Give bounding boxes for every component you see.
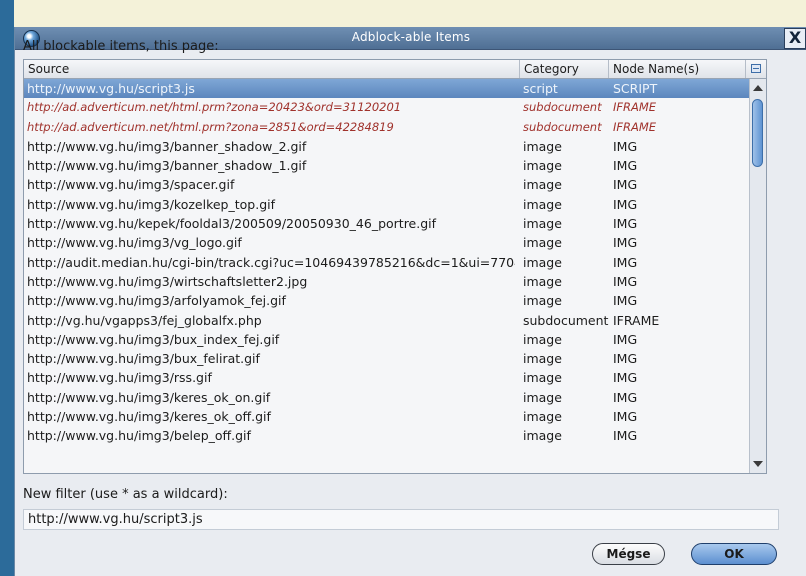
source-cell: http://audit.median.hu/cgi-bin/track.cgi… — [27, 254, 515, 270]
category-cell: image — [523, 254, 562, 270]
node-name-cell: IMG — [613, 428, 638, 444]
scrollbar-thumb[interactable] — [752, 99, 763, 167]
table-row[interactable]: http://www.vg.hu/img3/banner_shadow_1.gi… — [24, 156, 749, 175]
source-cell: http://www.vg.hu/img3/arfolyamok_fej.gif — [27, 293, 286, 309]
category-cell: image — [523, 138, 562, 154]
source-cell: http://ad.adverticum.net/html.prm?zona=2… — [27, 100, 402, 115]
category-cell: image — [523, 409, 562, 425]
node-name-cell: IFRAME — [613, 100, 657, 115]
node-name-cell: IMG — [613, 293, 638, 309]
blockable-items-list[interactable]: Source Category Node Name(s) http://www.… — [23, 59, 767, 474]
table-row[interactable]: http://www.vg.hu/img3/rss.gif image IMG — [24, 368, 749, 387]
scroll-up-arrow-icon[interactable] — [753, 85, 763, 91]
source-cell: http://www.vg.hu/img3/belep_off.gif — [27, 428, 251, 444]
scroll-down-arrow-icon[interactable] — [753, 461, 763, 467]
table-row[interactable]: http://www.vg.hu/img3/vg_logo.gif image IM… — [24, 233, 749, 252]
node-name-cell: IMG — [613, 370, 638, 386]
desktop-edge — [0, 0, 14, 576]
node-name-cell: IMG — [613, 196, 638, 212]
close-button[interactable]: X — [784, 28, 806, 49]
category-cell: image — [523, 293, 562, 309]
list-header: Source Category Node Name(s) — [24, 60, 766, 79]
source-cell: http://www.vg.hu/img3/banner_shadow_2.gi… — [27, 138, 307, 154]
node-name-cell: IMG — [613, 254, 638, 270]
table-row[interactable]: http://www.vg.hu/img3/kozelkep_top.gif im… — [24, 195, 749, 214]
table-row[interactable]: http://www.vg.hu/img3/banner_shadow_2.gi… — [24, 137, 749, 156]
table-row[interactable]: http://www.vg.hu/img3/bux_felirat.gif ima… — [24, 349, 749, 368]
category-cell: subdocument — [523, 119, 602, 134]
node-name-cell: IMG — [613, 409, 638, 425]
node-name-cell: IMG — [613, 158, 638, 174]
category-cell: image — [523, 273, 562, 289]
cancel-button[interactable]: Mégse — [592, 543, 665, 565]
source-cell: http://www.vg.hu/img3/keres_ok_on.gif — [27, 389, 271, 405]
category-cell: image — [523, 351, 562, 367]
source-cell: http://www.vg.hu/img3/keres_ok_off.gif — [27, 409, 271, 425]
column-header-source[interactable]: Source — [24, 60, 520, 78]
source-cell: http://www.vg.hu/script3.js — [27, 81, 195, 96]
table-row[interactable]: http://www.vg.hu/img3/bux_index_fej.gif i… — [24, 330, 749, 349]
table-row[interactable]: http://www.vg.hu/img3/spacer.gif image IMG — [24, 175, 749, 194]
node-name-cell: IMG — [613, 331, 638, 347]
node-name-cell: IMG — [613, 351, 638, 367]
node-name-cell: IMG — [613, 273, 638, 289]
node-name-cell: SCRIPT — [613, 81, 658, 96]
table-row[interactable]: http://ad.adverticum.net/html.prm?zona=2… — [24, 118, 749, 137]
column-header-category[interactable]: Category — [520, 60, 609, 78]
category-cell: image — [523, 177, 562, 193]
source-cell: http://www.vg.hu/img3/rss.gif — [27, 370, 212, 386]
table-row[interactable]: http://www.vg.hu/img3/wirtschaftsletter2… — [24, 272, 749, 291]
node-name-cell: IMG — [613, 138, 638, 154]
source-cell: http://www.vg.hu/img3/spacer.gif — [27, 177, 235, 193]
table-row[interactable]: http://www.vg.hu/img3/keres_ok_on.gif ima… — [24, 388, 749, 407]
table-row[interactable]: http://audit.median.hu/cgi-bin/track.cgi… — [24, 253, 749, 272]
node-name-cell: IMG — [613, 235, 638, 251]
node-name-cell: IFRAME — [613, 119, 657, 134]
column-header-node-names[interactable]: Node Name(s) — [609, 60, 746, 78]
category-cell: image — [523, 158, 562, 174]
source-cell: http://www.vg.hu/img3/vg_logo.gif — [27, 235, 242, 251]
column-picker-icon — [751, 64, 761, 73]
source-cell: http://www.vg.hu/img3/bux_felirat.gif — [27, 351, 260, 367]
source-cell: http://www.vg.hu/img3/banner_shadow_1.gi… — [27, 158, 307, 174]
table-row[interactable]: http://www.vg.hu/kepek/fooldal3/200509/2… — [24, 214, 749, 233]
category-cell: image — [523, 331, 562, 347]
table-row[interactable]: http://www.vg.hu/script3.js script SCRIPT — [24, 79, 749, 99]
list-scrollbar[interactable] — [749, 79, 766, 473]
category-cell: script — [523, 81, 558, 96]
node-name-cell: IMG — [613, 177, 638, 193]
table-row[interactable]: http://www.vg.hu/img3/arfolyamok_fej.gif… — [24, 291, 749, 310]
source-cell: http://www.vg.hu/img3/kozelkep_top.gif — [27, 196, 275, 212]
category-cell: image — [523, 370, 562, 386]
table-row[interactable]: http://www.vg.hu/img3/belep_off.gif image… — [24, 426, 749, 445]
table-row[interactable]: http://ad.adverticum.net/html.prm?zona=2… — [24, 98, 749, 117]
node-name-cell: IMG — [613, 216, 638, 232]
source-cell: http://vg.hu/vgapps3/fej_globalfx.php — [27, 312, 262, 328]
list-heading: All blockable items, this page: — [23, 39, 219, 54]
table-row[interactable]: http://vg.hu/vgapps3/fej_globalfx.php sub… — [24, 311, 749, 330]
node-name-cell: IFRAME — [613, 312, 660, 328]
column-picker-button[interactable] — [746, 60, 766, 78]
category-cell: image — [523, 389, 562, 405]
category-cell: subdocument — [523, 312, 609, 328]
list-rows: http://www.vg.hu/script3.js script SCRIPT h… — [24, 79, 749, 446]
source-cell: http://ad.adverticum.net/html.prm?zona=2… — [27, 119, 394, 134]
category-cell: subdocument — [523, 100, 602, 115]
node-name-cell: IMG — [613, 389, 638, 405]
desktop-background — [0, 0, 806, 10]
source-cell: http://www.vg.hu/kepek/fooldal3/200509/2… — [27, 216, 437, 232]
source-cell: http://www.vg.hu/img3/bux_index_fej.gif — [27, 331, 280, 347]
ok-button[interactable]: OK — [691, 543, 777, 565]
table-row[interactable]: http://www.vg.hu/img3/keres_ok_off.gif im… — [24, 407, 749, 426]
category-cell: image — [523, 428, 562, 444]
new-filter-label: New filter (use * as a wildcard): — [23, 487, 228, 502]
category-cell: image — [523, 235, 562, 251]
category-cell: image — [523, 216, 562, 232]
category-cell: image — [523, 196, 562, 212]
source-cell: http://www.vg.hu/img3/wirtschaftsletter2… — [27, 273, 308, 289]
new-filter-input[interactable] — [23, 509, 779, 530]
